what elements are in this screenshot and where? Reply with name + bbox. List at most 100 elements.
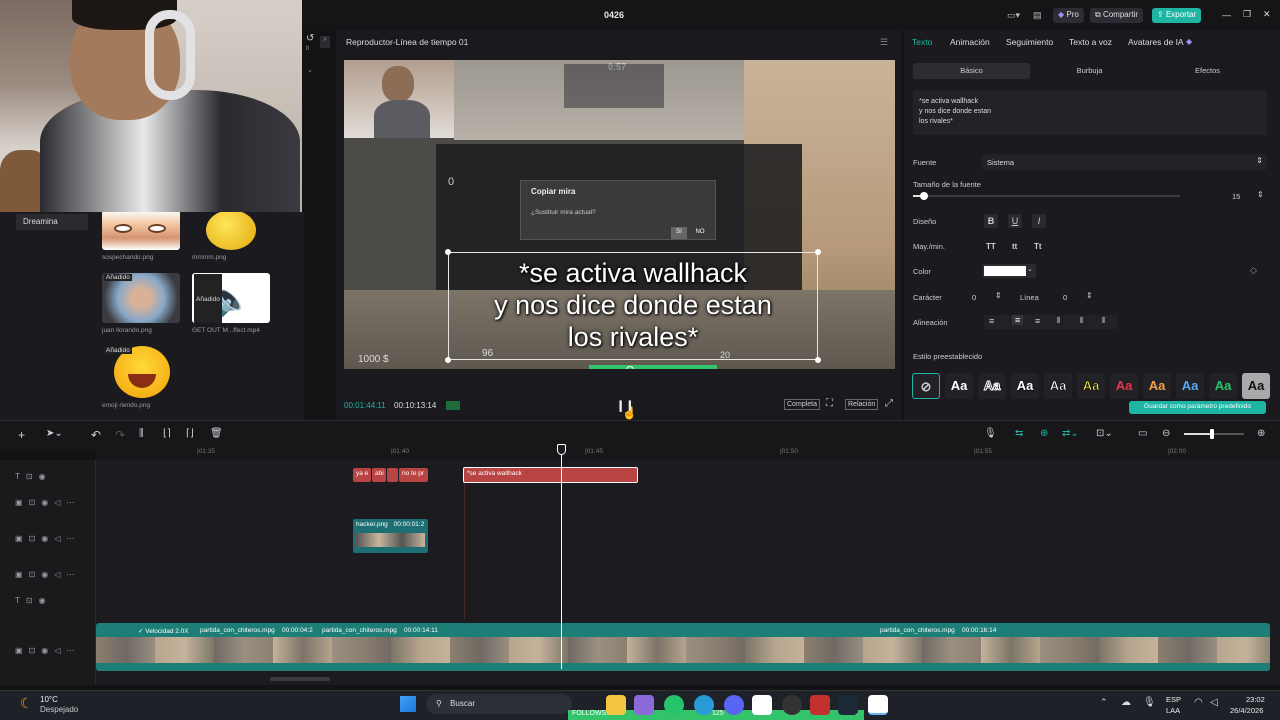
- media-item[interactable]: Añadido emoji riendo.png: [102, 346, 180, 409]
- align-vertical-center-icon[interactable]: ⫴: [1080, 316, 1083, 326]
- cloud-icon[interactable]: ☁: [1121, 697, 1131, 708]
- zoom-in-icon[interactable]: ⊕: [1257, 428, 1265, 439]
- select-tool-icon[interactable]: ➤⌄: [46, 428, 63, 439]
- maximize-icon[interactable]: ❐: [1243, 9, 1251, 20]
- rotate-handle-icon[interactable]: [626, 366, 634, 369]
- text-content-field[interactable]: *se activa wallhack y nos dice donde est…: [913, 91, 1267, 135]
- steam-icon[interactable]: [838, 695, 858, 715]
- text-clip[interactable]: [387, 468, 398, 482]
- split-icon[interactable]: ⫼: [139, 428, 144, 439]
- keyframe-icon[interactable]: ◇: [1250, 265, 1257, 276]
- lock-icon[interactable]: ⊡: [29, 534, 42, 543]
- caption-box[interactable]: *se activa wallhack y nos dice donde est…: [445, 249, 821, 363]
- weather-icon[interactable]: ☾: [20, 695, 33, 712]
- eye-icon[interactable]: ◉: [41, 498, 54, 507]
- tray-chevron-icon[interactable]: ⌃: [1100, 697, 1108, 708]
- layout-icon[interactable]: ▭▾: [1007, 10, 1020, 21]
- color-picker[interactable]: ⌄: [982, 264, 1036, 278]
- crop-icon[interactable]: ⛶: [826, 398, 833, 409]
- playhead-handle[interactable]: [557, 444, 566, 455]
- capcut-icon[interactable]: [752, 695, 772, 715]
- panel-collapse-icon[interactable]: ›: [320, 36, 330, 48]
- preset-style[interactable]: Aa: [1176, 373, 1204, 399]
- more-icon[interactable]: ⋯: [66, 570, 80, 579]
- eye-icon[interactable]: ◉: [39, 596, 52, 605]
- preset-style[interactable]: Aa: [1143, 373, 1171, 399]
- titlecase-button[interactable]: Tt: [1034, 242, 1042, 251]
- lowercase-button[interactable]: tt: [1012, 242, 1017, 251]
- audio-icon[interactable]: ◁: [54, 646, 66, 655]
- char-spacing-value[interactable]: 0: [972, 293, 976, 302]
- time-ruler[interactable]: |01:35 |01:40 |01:45 |01:50 |01:55 |02:0…: [96, 444, 1280, 460]
- more-icon[interactable]: ⋯: [66, 534, 80, 543]
- audio-icon[interactable]: ◁: [54, 498, 66, 507]
- media-item[interactable]: sospechando.png: [102, 210, 180, 261]
- italic-icon[interactable]: I: [1032, 214, 1046, 228]
- preset-style[interactable]: Aa: [1110, 373, 1138, 399]
- eye-icon[interactable]: ◉: [41, 534, 54, 543]
- preview-axis-icon[interactable]: ⊡⌄: [1096, 428, 1113, 439]
- more-icon[interactable]: ⋯: [66, 498, 80, 507]
- chevron-down-icon[interactable]: ⌄: [307, 66, 313, 74]
- dreamina-item[interactable]: Dreamina: [16, 214, 88, 230]
- resize-handle[interactable]: [445, 357, 451, 363]
- underline-icon[interactable]: U: [1008, 214, 1022, 228]
- lock-icon[interactable]: ⊡: [29, 498, 42, 507]
- lock-icon[interactable]: ⊡: [29, 570, 42, 579]
- uppercase-button[interactable]: TT: [986, 242, 996, 251]
- media-item[interactable]: 🔈 Añadido GET OUT M...ffect.mp4: [192, 273, 270, 334]
- media-item[interactable]: mmmm.png: [192, 210, 270, 261]
- preset-none-icon[interactable]: ⊘: [912, 373, 940, 399]
- full-button[interactable]: Completa: [784, 399, 820, 410]
- lock-icon[interactable]: ⊡: [26, 596, 39, 605]
- save-default-button[interactable]: Guardar como parámetro predefinido: [1129, 401, 1266, 414]
- edge-icon[interactable]: [694, 695, 714, 715]
- slider-knob[interactable]: [919, 192, 928, 200]
- eye-icon[interactable]: ◉: [39, 472, 52, 481]
- minimize-icon[interactable]: —: [1222, 10, 1231, 20]
- fullscreen-icon[interactable]: ⤢: [885, 398, 893, 409]
- waveform-icon[interactable]: [446, 401, 460, 410]
- add-icon[interactable]: +: [18, 428, 25, 442]
- subtab-basic[interactable]: Básico: [913, 63, 1030, 79]
- capcut-active-icon[interactable]: [868, 695, 888, 715]
- preset-style[interactable]: Aa: [1044, 373, 1072, 399]
- overlay-clip[interactable]: hacker.png 00:00:01:2: [353, 519, 428, 553]
- playhead[interactable]: [561, 444, 562, 669]
- lang-code[interactable]: ESP: [1166, 695, 1181, 704]
- slider-knob[interactable]: [1210, 429, 1214, 439]
- lock-icon[interactable]: ⊡: [29, 646, 42, 655]
- preset-style[interactable]: Aa: [978, 373, 1006, 399]
- eye-icon[interactable]: ◉: [41, 646, 54, 655]
- magnet-icon[interactable]: ⊕: [1040, 428, 1048, 439]
- obs-icon[interactable]: [782, 695, 802, 715]
- more-icon[interactable]: ⋯: [66, 646, 80, 655]
- ratio-button[interactable]: Relación: [845, 399, 879, 410]
- resize-handle[interactable]: [815, 249, 821, 255]
- updown-icon[interactable]: ⇕: [1257, 190, 1264, 199]
- undo-icon[interactable]: ↶: [91, 428, 101, 442]
- delete-icon[interactable]: 🗑: [210, 428, 223, 439]
- redo-icon[interactable]: ↷: [115, 428, 125, 442]
- clock-time[interactable]: 23:02: [1246, 695, 1265, 704]
- trim-right-icon[interactable]: ⌈⌋: [186, 428, 194, 439]
- export-button[interactable]: ⇪ Exportar: [1152, 8, 1202, 23]
- text-clip[interactable]: abi: [372, 468, 386, 482]
- align-center-icon[interactable]: ≡: [1012, 315, 1024, 325]
- updown-icon[interactable]: ⇕: [1086, 291, 1093, 300]
- tab-text[interactable]: Texto: [912, 37, 932, 47]
- game-icon[interactable]: [810, 695, 830, 715]
- share-button[interactable]: ⧉ Compartir: [1090, 8, 1144, 23]
- panel-side-icon[interactable]: ↺: [306, 33, 314, 44]
- media-item[interactable]: Añadido juan llorando.png: [102, 273, 180, 334]
- preset-style[interactable]: Aa: [1209, 373, 1237, 399]
- app-icon[interactable]: [634, 695, 654, 715]
- main-video-clip[interactable]: ✓ Velocidad 2.0X partida_con_chiteros.mp…: [96, 623, 1270, 671]
- align-vertical-top-icon[interactable]: ⫴: [1057, 316, 1060, 326]
- dialog-no-button[interactable]: NO: [691, 227, 709, 239]
- preset-style[interactable]: Aa: [1077, 373, 1105, 399]
- selected-text-clip[interactable]: *se activa wallhack: [463, 467, 638, 483]
- clock-date[interactable]: 26/4/2026: [1230, 706, 1263, 715]
- text-clip[interactable]: no te pr: [399, 468, 428, 482]
- bold-icon[interactable]: B: [984, 214, 998, 228]
